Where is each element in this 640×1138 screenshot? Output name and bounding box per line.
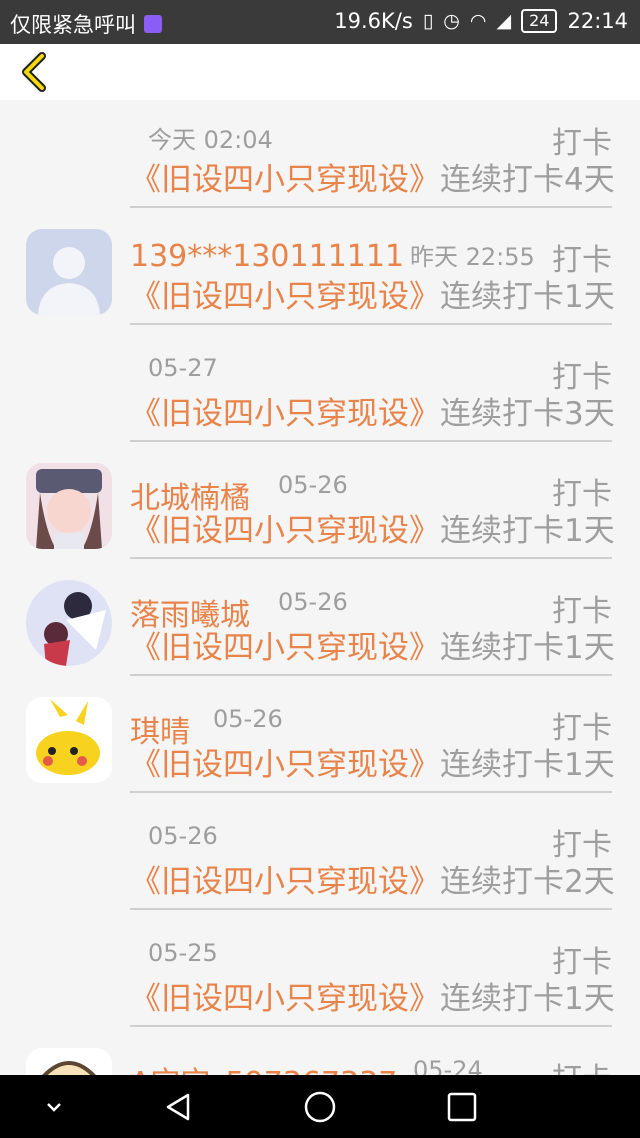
book-title-link[interactable]: 《旧设四小只穿现设》 xyxy=(130,279,440,315)
anime-girl-avatar-icon xyxy=(26,463,112,549)
network-speed: 19.6K/s xyxy=(334,9,413,33)
user-name[interactable]: 139***130111111 xyxy=(130,239,404,274)
anime-couple-avatar-icon xyxy=(26,580,112,666)
timestamp: 05-25 xyxy=(148,939,218,967)
signal-icon: ◢ xyxy=(496,10,512,32)
list-item[interactable]: 今天 02:04 打卡 《旧设四小只穿现设》连续打卡4天 xyxy=(0,100,640,217)
timestamp: 05-26 xyxy=(213,705,283,733)
book-title-link[interactable]: 《旧设四小只穿现设》 xyxy=(130,630,440,666)
list-item[interactable]: 05-25 打卡 《旧设四小只穿现设》连续打卡1天 xyxy=(0,919,640,1036)
header-bar xyxy=(0,44,640,100)
avatar[interactable] xyxy=(26,229,112,315)
streak-text: 连续打卡1天 xyxy=(440,279,615,315)
back-arrow-icon[interactable] xyxy=(14,50,58,94)
clock: 22:14 xyxy=(567,9,628,33)
book-title-link[interactable]: 《旧设四小只穿现设》 xyxy=(130,396,440,432)
timestamp: 今天 02:04 xyxy=(148,126,273,154)
streak-text: 连续打卡1天 xyxy=(440,981,615,1017)
list-item[interactable]: 落雨曦城 05-26 打卡 《旧设四小只穿现设》连续打卡1天 xyxy=(0,568,640,685)
gallery-notification-icon xyxy=(144,15,162,33)
home-circle-icon[interactable] xyxy=(302,1089,338,1125)
vibrate-icon: ▯ xyxy=(422,10,434,32)
list-item[interactable]: 05-27 打卡 《旧设四小只穿现设》连续打卡3天 xyxy=(0,334,640,451)
timestamp: 05-26 xyxy=(278,471,348,499)
book-title-link[interactable]: 《旧设四小只穿现设》 xyxy=(130,981,440,1017)
chevron-down-icon[interactable] xyxy=(36,1089,72,1125)
timestamp: 昨天 22:55 xyxy=(410,243,535,271)
list-item[interactable]: 139***130111111 昨天 22:55 打卡 《旧设四小只穿现设》连续… xyxy=(0,217,640,334)
list-item[interactable]: 北城楠橘 05-26 打卡 《旧设四小只穿现设》连续打卡1天 xyxy=(0,451,640,568)
timestamp: 05-26 xyxy=(148,822,218,850)
book-title-link[interactable]: 《旧设四小只穿现设》 xyxy=(130,162,440,198)
back-triangle-icon[interactable] xyxy=(160,1089,196,1125)
checkin-label: 打卡 xyxy=(552,1054,612,1075)
pikachu-avatar-icon xyxy=(26,697,112,783)
streak-text: 连续打卡1天 xyxy=(440,513,615,549)
avatar[interactable] xyxy=(26,697,112,783)
default-user-icon xyxy=(26,229,112,315)
cartoon-avatar-icon xyxy=(26,1048,112,1075)
book-title-link[interactable]: 《旧设四小只穿现设》 xyxy=(130,864,440,900)
alarm-icon: ◷ xyxy=(443,10,460,32)
user-name[interactable]: A宝宝_597367337 xyxy=(130,1058,397,1075)
system-nav-bar xyxy=(0,1075,640,1138)
timestamp: 05-26 xyxy=(278,588,348,616)
book-title-link[interactable]: 《旧设四小只穿现设》 xyxy=(130,747,440,783)
streak-text: 连续打卡2天 xyxy=(440,864,615,900)
streak-text: 连续打卡1天 xyxy=(440,630,615,666)
streak-text: 连续打卡3天 xyxy=(440,396,615,432)
battery-indicator: 24 xyxy=(521,9,558,33)
list-item[interactable]: A宝宝_597367337 05-24 打卡 xyxy=(0,1036,640,1075)
recents-square-icon[interactable] xyxy=(444,1089,480,1125)
timestamp: 05-27 xyxy=(148,354,218,382)
avatar[interactable] xyxy=(26,1048,112,1075)
book-title-link[interactable]: 《旧设四小只穿现设》 xyxy=(130,513,440,549)
timestamp: 05-24 xyxy=(413,1056,483,1075)
list-item[interactable]: 琪晴 05-26 打卡 《旧设四小只穿现设》连续打卡1天 xyxy=(0,685,640,802)
status-bar: 仅限紧急呼叫 19.6K/s ▯ ◷ ◠ ◢ 24 22:14 xyxy=(0,0,640,44)
avatar[interactable] xyxy=(26,463,112,549)
wifi-icon: ◠ xyxy=(469,10,487,32)
avatar[interactable] xyxy=(26,580,112,666)
list-item[interactable]: 05-26 打卡 《旧设四小只穿现设》连续打卡2天 xyxy=(0,802,640,919)
streak-text: 连续打卡4天 xyxy=(440,162,615,198)
checkin-list[interactable]: 今天 02:04 打卡 《旧设四小只穿现设》连续打卡4天 139***13011… xyxy=(0,100,640,1075)
streak-text: 连续打卡1天 xyxy=(440,747,615,783)
carrier-text: 仅限紧急呼叫 xyxy=(10,13,136,37)
